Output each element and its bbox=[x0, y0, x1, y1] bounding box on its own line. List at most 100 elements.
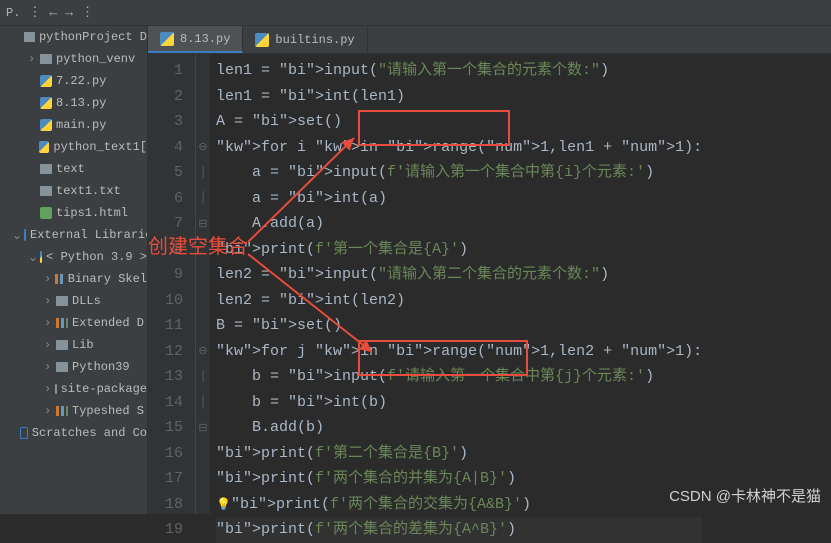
tab-8-13-py[interactable]: 8.13.py bbox=[148, 26, 243, 53]
tree-label: External Libraries bbox=[30, 228, 148, 242]
folder-icon bbox=[24, 32, 35, 42]
code-line[interactable]: len1 = "bi">int(len1) bbox=[216, 84, 702, 110]
line-number: 6 bbox=[148, 186, 183, 212]
code-line[interactable]: B.add(b) bbox=[216, 415, 702, 441]
tree-label: tips1.html bbox=[56, 206, 128, 220]
tree-label: Extended D bbox=[72, 316, 144, 330]
tab-label: builtins.py bbox=[275, 33, 354, 47]
fold-marker bbox=[196, 517, 210, 543]
fold-marker[interactable]: │ bbox=[196, 160, 210, 186]
tree-item[interactable]: 7.22.py bbox=[0, 70, 147, 92]
code-line[interactable]: len1 = "bi">input("请输入第一个集合的元素个数:") bbox=[216, 58, 702, 84]
python-icon bbox=[255, 33, 269, 47]
editor[interactable]: 12345678910111213141516171819 ⊖││⊟⊖││⊟ l… bbox=[148, 54, 702, 514]
separator-icon: ⋮ bbox=[28, 5, 41, 20]
tree-label: 7.22.py bbox=[56, 74, 106, 88]
file-icon bbox=[40, 186, 52, 196]
code-line[interactable]: a = "bi">input(f'请输入第一个集合中第{i}个元素:') bbox=[216, 160, 702, 186]
fold-marker[interactable]: ⊟ bbox=[196, 415, 210, 441]
line-number: 10 bbox=[148, 288, 183, 314]
html-icon bbox=[40, 207, 52, 219]
tab-builtins-py[interactable]: builtins.py bbox=[243, 26, 367, 53]
project-tree[interactable]: pythonProject D›python_venv 7.22.py 8.13.p… bbox=[0, 26, 148, 514]
tree-item[interactable]: ›Lib bbox=[0, 334, 147, 356]
forward-icon[interactable]: → bbox=[65, 5, 73, 20]
code-line[interactable]: A.add(a) bbox=[216, 211, 702, 237]
folder-icon bbox=[56, 340, 68, 350]
python-icon bbox=[160, 32, 174, 46]
code-line[interactable]: A = "bi">set() bbox=[216, 109, 702, 135]
tree-label: Lib bbox=[72, 338, 94, 352]
fold-marker[interactable]: │ bbox=[196, 390, 210, 416]
fold-column[interactable]: ⊖││⊟⊖││⊟ bbox=[196, 54, 210, 514]
code-line[interactable]: "bi">print(f'第二个集合是{B}') bbox=[216, 441, 702, 467]
tab-label: 8.13.py bbox=[180, 32, 230, 46]
line-number: 15 bbox=[148, 415, 183, 441]
bar-icon bbox=[56, 318, 68, 328]
tree-item[interactable]: › Extended D bbox=[0, 312, 147, 334]
tree-item[interactable]: ›python_venv bbox=[0, 48, 147, 70]
tree-item[interactable]: tips1.html bbox=[0, 202, 147, 224]
code-line[interactable]: "kw">for j "kw">in "bi">range("num">1,le… bbox=[216, 339, 702, 365]
fold-marker bbox=[196, 58, 210, 84]
tree-item[interactable]: python_text1[ bbox=[0, 136, 147, 158]
chevron-icon: › bbox=[44, 316, 52, 330]
fold-marker[interactable]: │ bbox=[196, 364, 210, 390]
tree-item[interactable]: 8.13.py bbox=[0, 92, 147, 114]
fold-marker[interactable]: │ bbox=[196, 186, 210, 212]
code-line[interactable]: b = "bi">int(b) bbox=[216, 390, 702, 416]
fold-marker[interactable]: ⊖ bbox=[196, 135, 210, 161]
py-icon bbox=[40, 251, 42, 263]
tree-item[interactable]: pythonProject D bbox=[0, 26, 147, 48]
fold-marker[interactable]: ⊟ bbox=[196, 211, 210, 237]
tree-item[interactable]: ⌄< Python 3.9 > bbox=[0, 246, 147, 268]
py-icon bbox=[39, 141, 49, 153]
tree-item[interactable]: text bbox=[0, 158, 147, 180]
code-line[interactable]: len2 = "bi">input("请输入第二个集合的元素个数:") bbox=[216, 262, 702, 288]
code-line[interactable]: 💡"bi">print(f'两个集合的交集为{A&B}') bbox=[216, 492, 702, 518]
main-toolbar: P. ⋮ ← → ⋮ bbox=[0, 0, 831, 26]
toolbar-label[interactable]: P. bbox=[6, 6, 20, 20]
chevron-icon: › bbox=[44, 360, 52, 374]
tree-item[interactable]: Scratches and Co bbox=[0, 422, 147, 444]
line-number: 1 bbox=[148, 58, 183, 84]
tree-item[interactable]: ›Typeshed S bbox=[0, 400, 147, 422]
tree-item[interactable]: main.py bbox=[0, 114, 147, 136]
tree-item[interactable]: ›Binary Skel bbox=[0, 268, 147, 290]
chevron-icon: › bbox=[44, 272, 51, 286]
code-line[interactable]: "kw">for i "kw">in "bi">range("num">1,le… bbox=[216, 135, 702, 161]
code-line[interactable]: "bi">print(f'两个集合的并集为{A|B}') bbox=[216, 466, 702, 492]
py-icon bbox=[40, 97, 52, 109]
fold-marker bbox=[196, 466, 210, 492]
line-number: 12 bbox=[148, 339, 183, 365]
scratch-icon bbox=[20, 427, 27, 439]
tree-item[interactable]: ⌄ External Libraries bbox=[0, 224, 147, 246]
code-line[interactable]: B = "bi">set() bbox=[216, 313, 702, 339]
code-line[interactable]: b = "bi">input(f'请输入第一个集合中第{j}个元素:') bbox=[216, 364, 702, 390]
chevron-icon: › bbox=[44, 382, 51, 396]
code-line[interactable]: a = "bi">int(a) bbox=[216, 186, 702, 212]
fold-marker[interactable]: ⊖ bbox=[196, 339, 210, 365]
code-area[interactable]: len1 = "bi">input("请输入第一个集合的元素个数:")len1 … bbox=[210, 54, 702, 514]
tree-label: Python39 bbox=[72, 360, 130, 374]
line-number: 17 bbox=[148, 466, 183, 492]
back-icon[interactable]: ← bbox=[49, 5, 57, 20]
tree-item[interactable]: ›site-package bbox=[0, 378, 147, 400]
code-line[interactable]: "bi">print(f'两个集合的差集为{A^B}') bbox=[216, 517, 702, 543]
tree-label: Typeshed S bbox=[72, 404, 144, 418]
watermark: CSDN @卡林神不是猫 bbox=[669, 485, 821, 506]
line-number: 14 bbox=[148, 390, 183, 416]
tree-label: main.py bbox=[56, 118, 106, 132]
file-icon bbox=[40, 164, 52, 174]
chevron-icon: ⌄ bbox=[28, 250, 36, 265]
code-line[interactable]: "bi">print(f'第一个集合是{A}') bbox=[216, 237, 702, 263]
fold-marker bbox=[196, 84, 210, 110]
code-line[interactable]: len2 = "bi">int(len2) bbox=[216, 288, 702, 314]
tree-item[interactable]: text1.txt bbox=[0, 180, 147, 202]
line-number: 2 bbox=[148, 84, 183, 110]
tree-item[interactable]: › Python39 bbox=[0, 356, 147, 378]
fold-marker bbox=[196, 109, 210, 135]
bulb-icon[interactable]: 💡 bbox=[216, 498, 231, 512]
tree-item[interactable]: ›DLLs bbox=[0, 290, 147, 312]
chevron-icon: ⌄ bbox=[12, 228, 20, 243]
